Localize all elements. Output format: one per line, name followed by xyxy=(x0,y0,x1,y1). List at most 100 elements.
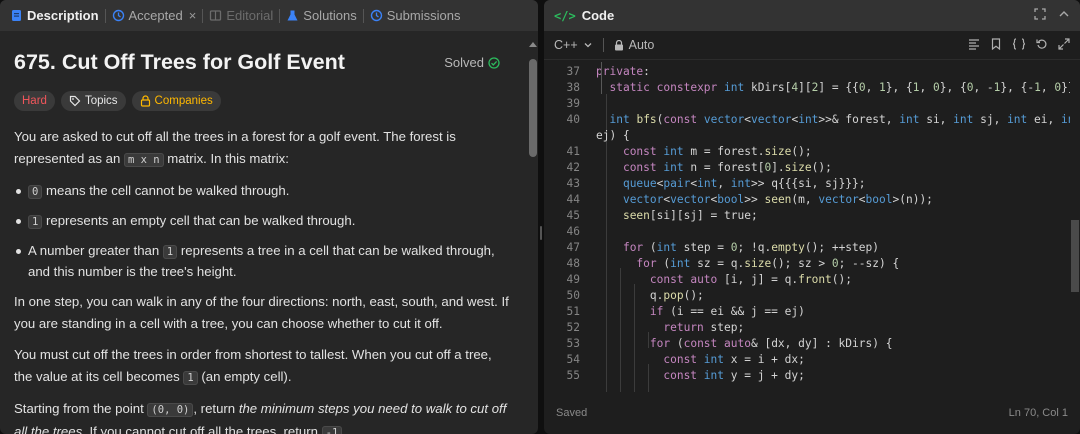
code-text: const int m = forest.size(); xyxy=(622,145,812,158)
inline-code: 0 xyxy=(28,185,43,199)
problem-intro: You are asked to cut off all the trees i… xyxy=(14,126,512,171)
bookmark-icon[interactable] xyxy=(990,37,1002,53)
inline-code: m x n xyxy=(123,153,164,167)
drag-grip[interactable] xyxy=(540,226,542,240)
para-text: . If you cannot cut off all the trees, r… xyxy=(82,424,318,434)
tab-label: Accepted xyxy=(128,8,183,23)
tab-solutions[interactable]: Solutions xyxy=(282,0,360,31)
line-number: 45 xyxy=(566,209,580,222)
companies-button[interactable]: Companies xyxy=(131,91,221,111)
tab-submissions[interactable]: Submissions xyxy=(366,0,465,31)
line-number: 52 xyxy=(566,321,580,334)
tab-description[interactable]: Description xyxy=(6,0,103,31)
inline-code: (0, 0) xyxy=(147,403,194,417)
cut-order-paragraph: You must cut off the trees in order from… xyxy=(14,344,512,389)
list-item-text: means the cell cannot be walked through. xyxy=(46,183,290,198)
code-text: private: xyxy=(596,65,650,78)
para-text: (an empty cell). xyxy=(201,369,292,384)
format-icon[interactable] xyxy=(968,38,980,53)
code-text: int bfs(const vector<vector<int>>& fores… xyxy=(609,113,1070,126)
toolbar-separator xyxy=(602,38,604,52)
list-item: A number greater than 1 represents a tre… xyxy=(14,241,512,282)
editor-scrollbar[interactable] xyxy=(1070,62,1080,392)
scrollbar-thumb[interactable] xyxy=(1071,220,1079,292)
topics-button[interactable]: Topics xyxy=(60,91,126,111)
tab-label: Editorial xyxy=(226,8,274,23)
inline-code: -1 xyxy=(321,426,343,434)
book-icon xyxy=(209,9,222,22)
inline-code: 1 xyxy=(183,371,198,385)
problem-description: 675. Cut Off Trees for Golf Event Solved… xyxy=(0,31,526,434)
chevron-down-icon xyxy=(584,43,592,48)
line-number: 39 xyxy=(566,97,580,110)
tab-label: Description xyxy=(27,8,99,23)
problem-tags: Hard Topics Companies xyxy=(14,91,512,111)
reset-icon[interactable] xyxy=(1036,38,1048,53)
code-text: for (int sz = q.size(); sz > 0; --sz) { xyxy=(636,257,900,270)
problem-title[interactable]: 675. Cut Off Trees for Golf Event xyxy=(14,50,345,75)
topics-label: Topics xyxy=(84,95,118,107)
cursor-position[interactable]: Ln 70, Col 1 xyxy=(1009,407,1068,419)
check-circle-icon xyxy=(488,56,500,69)
para-text: . xyxy=(342,424,346,434)
cell-rules-list: 0 means the cell cannot be walked throug… xyxy=(14,181,512,282)
code-text: const auto [i, j] = q.front(); xyxy=(649,273,853,286)
auto-mode[interactable]: Auto xyxy=(614,38,655,52)
code-text: const int x = i + dx; xyxy=(663,353,805,366)
code-text: return step; xyxy=(663,321,745,334)
auto-label: Auto xyxy=(628,38,655,52)
tab-editorial[interactable]: Editorial xyxy=(205,0,277,31)
line-number: 40 xyxy=(566,113,580,126)
line-number: 44 xyxy=(566,193,580,206)
list-item: 0 means the cell cannot be walked throug… xyxy=(14,181,512,202)
scroll-up-arrow[interactable] xyxy=(529,42,537,47)
line-number: 55 xyxy=(566,369,580,382)
tab-separator xyxy=(279,8,281,23)
tab-separator xyxy=(362,8,364,23)
code-text: const int n = forest[0].size(); xyxy=(622,161,832,174)
inline-code: 1 xyxy=(28,215,43,229)
flask-icon xyxy=(286,9,299,22)
code-text: ej) { xyxy=(596,129,630,142)
movement-paragraph: In one step, you can walk in any of the … xyxy=(14,294,509,331)
line-number: 50 xyxy=(566,289,580,302)
code-text: if (i == ei && j == ej) xyxy=(649,305,805,318)
line-number: 47 xyxy=(566,241,580,254)
line-number: 54 xyxy=(566,353,580,366)
code-text: queue<pair<int, int>> q{{{si, sj}}}; xyxy=(622,177,866,190)
code-editor[interactable]: 37 private: 38 static constexpr int kDirs[… xyxy=(544,62,1070,392)
close-icon[interactable]: × xyxy=(189,8,197,23)
language-select[interactable]: C++ xyxy=(554,38,593,52)
chevron-up-icon[interactable] xyxy=(1058,8,1070,23)
line-number: 51 xyxy=(566,305,580,318)
scrollbar-thumb[interactable] xyxy=(529,59,537,157)
code-text: const int y = j + dy; xyxy=(663,369,805,382)
para-text: Starting from the point xyxy=(14,401,144,416)
solved-label: Solved xyxy=(444,55,484,70)
editor-actions xyxy=(968,37,1070,53)
code-text: static constexpr int kDirs[4][2] = {{0, … xyxy=(609,81,1070,94)
code-header-actions xyxy=(1034,8,1070,23)
list-item-text: represents an empty cell that can be wal… xyxy=(46,213,356,228)
line-number: 43 xyxy=(566,177,580,190)
return-paragraph: Starting from the point (0, 0), return t… xyxy=(14,398,512,434)
braces-icon[interactable] xyxy=(1012,37,1026,53)
language-label: C++ xyxy=(554,38,578,52)
expand-icon[interactable] xyxy=(1058,37,1070,53)
lock-icon xyxy=(614,39,623,50)
tab-label: Solutions xyxy=(303,8,357,23)
line-number: 38 xyxy=(566,81,580,94)
code-text: q.pop(); xyxy=(596,289,704,302)
code-text: seen[si][sj] = true; xyxy=(622,209,758,222)
line-number: 48 xyxy=(566,257,580,270)
companies-label: Companies xyxy=(154,95,213,107)
save-status: Saved xyxy=(556,407,588,419)
tab-accepted[interactable]: Accepted × xyxy=(108,0,201,31)
difficulty-badge: Hard xyxy=(14,91,55,111)
code-header: </> Code xyxy=(544,0,1080,31)
maximize-icon[interactable] xyxy=(1034,8,1046,23)
solved-badge: Solved xyxy=(444,55,500,70)
code-text: for (int step = 0; !q.empty(); ++step) xyxy=(622,241,879,254)
tag-icon xyxy=(69,95,81,107)
description-scrollbar[interactable] xyxy=(528,36,538,434)
